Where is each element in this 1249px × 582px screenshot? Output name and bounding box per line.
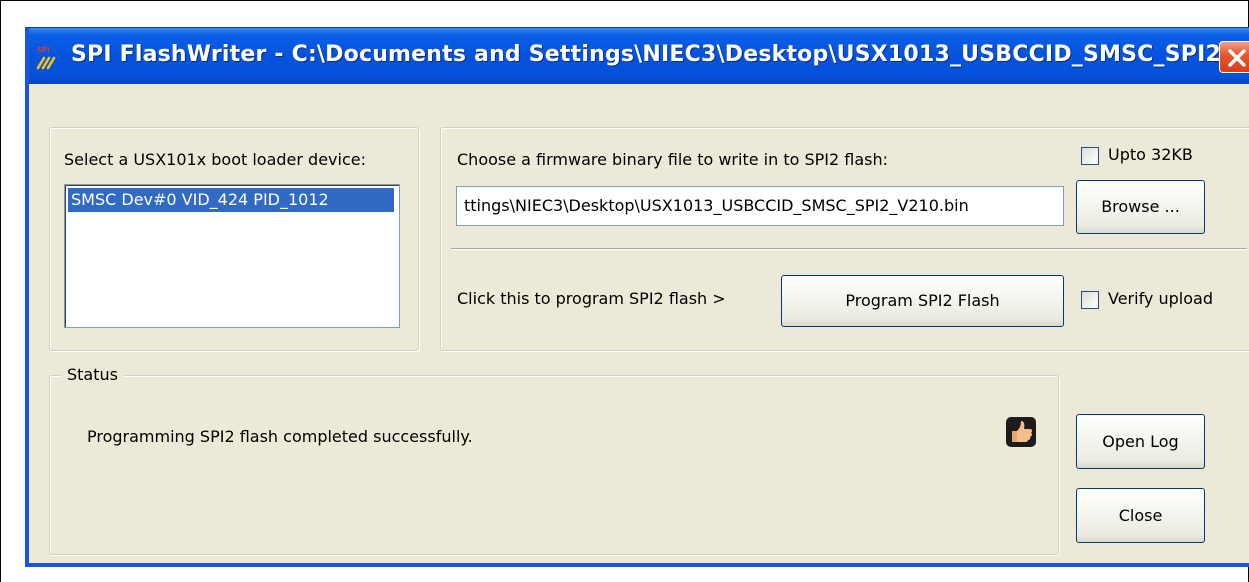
top-border	[1, 0, 1249, 1]
svg-text:SPI: SPI	[37, 46, 50, 54]
browse-button[interactable]: Browse ...	[1076, 180, 1205, 234]
verify-upload-checkbox[interactable]	[1081, 291, 1099, 309]
title-close-button[interactable]	[1219, 41, 1249, 73]
program-spi2-flash-button[interactable]: Program SPI2 Flash	[781, 275, 1064, 327]
upto-32kb-label[interactable]: Upto 32KB	[1108, 145, 1193, 164]
program-hint-label: Click this to program SPI2 flash >	[457, 289, 726, 308]
close-button[interactable]: Close	[1076, 488, 1205, 543]
close-icon	[1228, 49, 1246, 67]
status-group: Status Programming SPI2 flash completed …	[49, 365, 1059, 555]
thumbs-up-icon	[1006, 417, 1036, 447]
firmware-separator	[451, 248, 1247, 250]
upto-32kb-checkbox[interactable]	[1081, 147, 1099, 165]
device-list-item[interactable]: SMSC Dev#0 VID_424 PID_1012	[68, 188, 394, 212]
device-listbox[interactable]: SMSC Dev#0 VID_424 PID_1012	[64, 184, 400, 328]
device-group: Select a USX101x boot loader device: SMS…	[49, 127, 419, 351]
device-label: Select a USX101x boot loader device:	[64, 150, 366, 169]
spi-app-icon: SPI	[36, 46, 56, 70]
spi-flashwriter-window: SPI SPI FlashWriter - C:\Documents and S…	[25, 27, 1249, 567]
firmware-path-field[interactable]: ttings\NIEC3\Desktop\USX1013_USBCCID_SMS…	[456, 186, 1064, 226]
status-legend: Status	[61, 365, 124, 384]
firmware-choose-label: Choose a firmware binary file to write i…	[457, 150, 889, 169]
title-bar[interactable]: SPI SPI FlashWriter - C:\Documents and S…	[29, 28, 1249, 84]
screenshot-canvas: SPI SPI FlashWriter - C:\Documents and S…	[0, 0, 1249, 582]
status-message: Programming SPI2 flash completed success…	[87, 427, 473, 446]
verify-upload-label[interactable]: Verify upload	[1108, 289, 1213, 308]
window-title: SPI FlashWriter - C:\Documents and Setti…	[71, 42, 1249, 67]
firmware-group: Choose a firmware binary file to write i…	[440, 127, 1249, 351]
open-log-button[interactable]: Open Log	[1076, 414, 1205, 469]
